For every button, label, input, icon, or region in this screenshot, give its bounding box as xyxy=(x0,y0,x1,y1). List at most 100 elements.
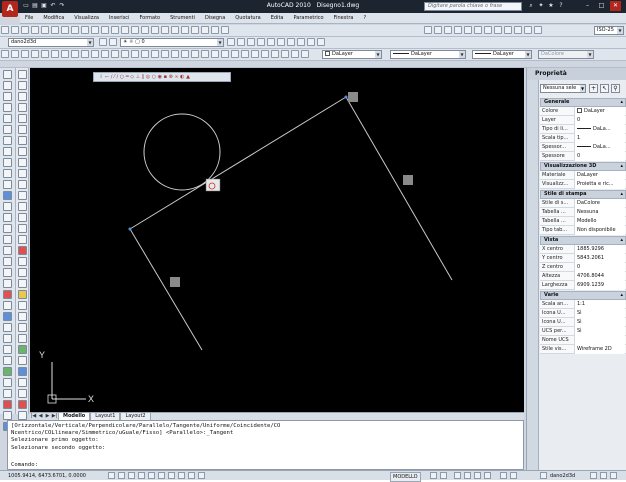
search-icon[interactable]: ⌕ xyxy=(527,2,535,10)
ducs-toggle-icon[interactable] xyxy=(168,472,175,479)
layer-properties-icon[interactable] xyxy=(99,38,107,46)
revcloud-icon[interactable] xyxy=(71,50,79,58)
property-row[interactable]: Spessore 0 xyxy=(540,152,626,161)
rectangle-icon[interactable] xyxy=(41,50,49,58)
zoom-status-icon[interactable] xyxy=(464,472,471,479)
property-value-lineweight[interactable]: DaLa... xyxy=(574,143,625,152)
property-row[interactable]: Larghezza 6909.1239 xyxy=(540,281,626,290)
offset-icon[interactable] xyxy=(17,103,27,112)
property-row[interactable]: Materiale DaLayer xyxy=(540,171,626,180)
zoom-realtime-icon[interactable] xyxy=(131,26,139,34)
insert-block-icon[interactable] xyxy=(111,50,119,58)
osnap-none-icon[interactable] xyxy=(17,367,27,376)
layer-previous-icon[interactable] xyxy=(237,38,245,46)
dim-arc-icon[interactable] xyxy=(444,26,453,34)
point-icon[interactable] xyxy=(131,50,139,58)
property-row[interactable]: Altezza 4706.8044 xyxy=(540,272,626,281)
grid-toggle-icon[interactable] xyxy=(118,472,125,479)
ellipse-arc-icon[interactable] xyxy=(101,50,109,58)
construction-line-icon[interactable] xyxy=(11,50,19,58)
arc-icon[interactable] xyxy=(51,50,59,58)
undo-tb-icon[interactable] xyxy=(101,26,109,34)
circle-entity[interactable] xyxy=(143,113,221,191)
quick-view-drawings-icon[interactable] xyxy=(440,472,447,479)
spline-icon[interactable] xyxy=(81,50,89,58)
polygon-draw-icon[interactable] xyxy=(3,103,12,112)
break-point-icon[interactable] xyxy=(17,191,27,200)
stretch-icon[interactable] xyxy=(17,158,27,167)
block-draw-icon[interactable] xyxy=(3,202,12,211)
dim-continue-icon[interactable] xyxy=(484,26,493,34)
property-row[interactable]: Tabella ... Modello xyxy=(540,217,626,226)
tolerance-icon[interactable] xyxy=(504,26,513,34)
match-properties-icon[interactable] xyxy=(91,26,99,34)
revcloud-draw-icon[interactable] xyxy=(3,147,12,156)
fillet-icon[interactable] xyxy=(17,235,27,244)
spline-draw-icon[interactable] xyxy=(3,158,12,167)
insert-draw-icon[interactable] xyxy=(3,191,12,200)
osnap-perpendicular-icon[interactable] xyxy=(17,323,27,332)
property-value[interactable]: Non disponibile xyxy=(574,226,625,235)
layer-match-icon[interactable] xyxy=(287,38,295,46)
rotate-tb-icon[interactable] xyxy=(261,50,269,58)
center-mark-icon[interactable] xyxy=(514,26,523,34)
revolve-icon[interactable] xyxy=(3,389,12,398)
dim-radius-icon[interactable] xyxy=(454,26,463,34)
dimstyle-select[interactable]: ISO-25 ▼ xyxy=(594,26,624,35)
mirror-tb-icon[interactable] xyxy=(221,50,229,58)
select-objects-icon[interactable]: ↖ xyxy=(600,84,609,93)
property-value[interactable]: 1:1 xyxy=(574,300,625,309)
property-row[interactable]: Tipo tab... Non disponibile xyxy=(540,226,626,235)
publish-icon[interactable] xyxy=(51,26,59,34)
snap-toggle-icon[interactable] xyxy=(108,472,115,479)
section-varie[interactable]: Varie ▴ xyxy=(540,291,626,300)
osnap-nearest-icon[interactable] xyxy=(17,356,27,365)
property-value-linetype[interactable]: DaLa... xyxy=(574,125,625,134)
add-selected-icon[interactable] xyxy=(191,50,199,58)
property-value[interactable]: 4706.8044 xyxy=(574,272,625,281)
hatch-icon[interactable] xyxy=(141,50,149,58)
ellipse-arc-draw-icon[interactable] xyxy=(3,180,12,189)
tangent-line-entity[interactable] xyxy=(129,96,347,230)
workspace-switch-icon[interactable] xyxy=(540,472,547,479)
dim-angular-icon[interactable] xyxy=(464,26,473,34)
3d-box-icon[interactable] xyxy=(3,312,12,321)
property-row[interactable]: Nome UCS xyxy=(540,336,626,345)
workspace-select[interactable]: dano2d3d ▼ xyxy=(8,38,94,47)
polar-toggle-icon[interactable] xyxy=(138,472,145,479)
property-row[interactable]: Scala an... 1:1 xyxy=(540,300,626,309)
geometric-constraints-toolbar[interactable]: ⁞ ⌐ ∕ ⁄ ∕ ○ ═ ◇ ⊥ ∥ ◎ ○ ◉ ▪ ⊗ ∞ ◐ ▲ xyxy=(93,72,231,82)
property-value[interactable]: DaColore xyxy=(574,199,625,208)
polyline-icon[interactable] xyxy=(21,50,29,58)
lineweight-select[interactable]: DaLayer ▼ xyxy=(472,50,532,59)
menu-quotatura[interactable]: Quotatura xyxy=(230,13,265,24)
osnap-toggle-icon[interactable] xyxy=(148,472,155,479)
extend-icon[interactable] xyxy=(17,180,27,189)
layer-state-icon[interactable] xyxy=(109,38,117,46)
region-icon[interactable] xyxy=(161,50,169,58)
arc-draw-icon[interactable] xyxy=(3,125,12,134)
osnap-tangent-icon[interactable] xyxy=(17,312,27,321)
minimize-button[interactable]: – xyxy=(582,1,593,11)
menu-finestra[interactable]: Finestra xyxy=(329,13,359,24)
erase-tb-icon[interactable] xyxy=(201,50,209,58)
copy-object-icon[interactable] xyxy=(17,81,27,90)
layer-off-icon[interactable] xyxy=(257,38,265,46)
drawing-svg[interactable]: X Y xyxy=(30,68,524,412)
property-value-color[interactable]: DaLayer xyxy=(574,107,625,116)
leader-icon[interactable] xyxy=(494,26,503,34)
dim-baseline-icon[interactable] xyxy=(474,26,483,34)
redo-tb-icon[interactable] xyxy=(111,26,119,34)
property-value[interactable]: Nessuna xyxy=(574,208,625,217)
drawing-canvas[interactable]: X Y xyxy=(30,68,524,412)
rectangle-draw-icon[interactable] xyxy=(3,114,12,123)
selection-select[interactable]: Nessuna sele ▼ xyxy=(540,84,586,93)
layer-freeze-icon[interactable] xyxy=(267,38,275,46)
color-select[interactable]: DaLayer ▼ xyxy=(322,50,382,59)
grip-handle-icon[interactable]: ⁞ xyxy=(97,73,105,81)
menu-file[interactable]: File xyxy=(20,13,38,24)
osnap-endpoint-icon[interactable] xyxy=(17,257,27,266)
osnap-intersection-icon[interactable] xyxy=(17,279,27,288)
workspace-status[interactable]: dano2d3d xyxy=(550,472,575,480)
menu-parametrico[interactable]: Parametrico xyxy=(288,13,328,24)
